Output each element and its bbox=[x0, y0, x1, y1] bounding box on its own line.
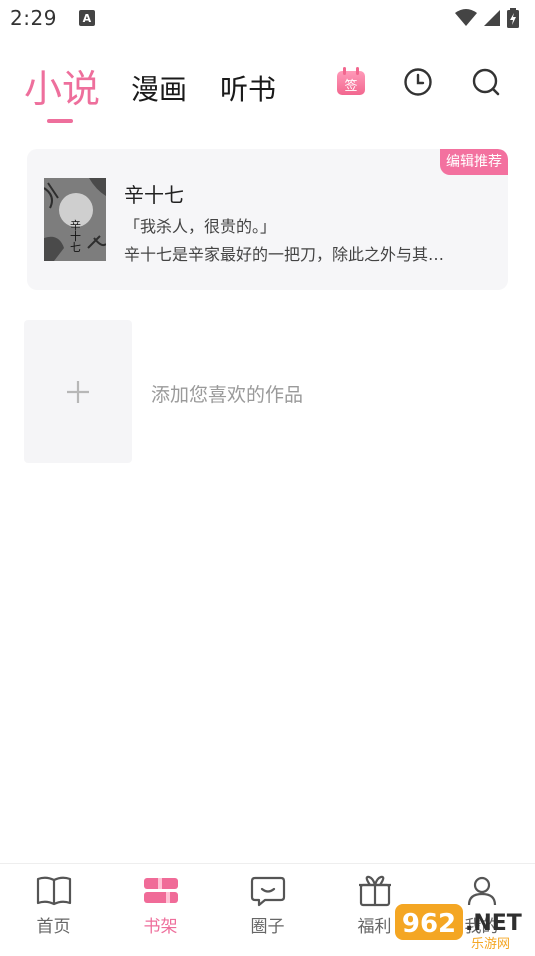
battery-icon bbox=[507, 8, 519, 28]
history-icon[interactable] bbox=[402, 66, 434, 98]
book-cover: 辛十七 bbox=[44, 178, 106, 261]
nav-community[interactable]: 圈子 bbox=[214, 864, 321, 953]
signin-badge-text: 签 bbox=[344, 78, 357, 94]
watermark-logo: 962 .NET 乐游网 bbox=[395, 904, 522, 952]
status-bar: 2:29 A bbox=[0, 0, 535, 36]
tab-novel[interactable]: 小说 bbox=[24, 58, 100, 113]
watermark-suffix: .NET bbox=[465, 911, 522, 936]
book-title: 辛十七 bbox=[124, 183, 184, 207]
nav-home[interactable]: 首页 bbox=[0, 864, 107, 953]
status-indicators bbox=[455, 8, 519, 28]
chat-bubble-icon bbox=[250, 876, 286, 907]
featured-book-card[interactable]: 编辑推荐 辛十七 辛十七 「我杀人，很贵的。」 辛十七是辛家最好的一把刀，除此之… bbox=[27, 149, 508, 290]
wifi-icon bbox=[455, 9, 477, 26]
nav-bookshelf-label: 书架 bbox=[143, 917, 178, 937]
nav-community-label: 圈子 bbox=[250, 917, 285, 937]
add-book-label: 添加您喜欢的作品 bbox=[151, 384, 304, 406]
watermark-brand: 962 bbox=[402, 909, 456, 939]
book-quote: 「我杀人，很贵的。」 bbox=[124, 217, 277, 236]
search-icon[interactable] bbox=[470, 66, 502, 98]
tab-comic[interactable]: 漫画 bbox=[131, 68, 187, 108]
nav-bookshelf[interactable]: 书架 bbox=[107, 864, 214, 953]
cover-title-text: 辛十七 bbox=[69, 218, 82, 252]
notification-icon: A bbox=[78, 10, 95, 26]
plus-icon bbox=[67, 380, 89, 403]
book-open-icon bbox=[36, 876, 72, 906]
active-tab-indicator bbox=[47, 119, 73, 123]
tab-audio[interactable]: 听书 bbox=[220, 68, 276, 108]
editor-recommend-badge: 编辑推荐 bbox=[440, 149, 508, 175]
gift-icon bbox=[359, 875, 391, 907]
signal-icon bbox=[484, 10, 500, 26]
bookshelf-icon bbox=[144, 878, 178, 903]
category-tabs: 小说 漫画 听书 签 bbox=[0, 52, 535, 132]
add-book-button[interactable] bbox=[24, 320, 132, 463]
nav-home-label: 首页 bbox=[36, 917, 71, 937]
site-watermark: 962 .NET 乐游网 bbox=[395, 898, 535, 952]
status-time: 2:29 bbox=[10, 6, 57, 30]
signin-calendar-icon[interactable]: 签 bbox=[335, 65, 367, 97]
book-description: 辛十七是辛家最好的一把刀，除此之外与其… bbox=[124, 245, 445, 264]
watermark-sub: 乐游网 bbox=[471, 937, 510, 952]
